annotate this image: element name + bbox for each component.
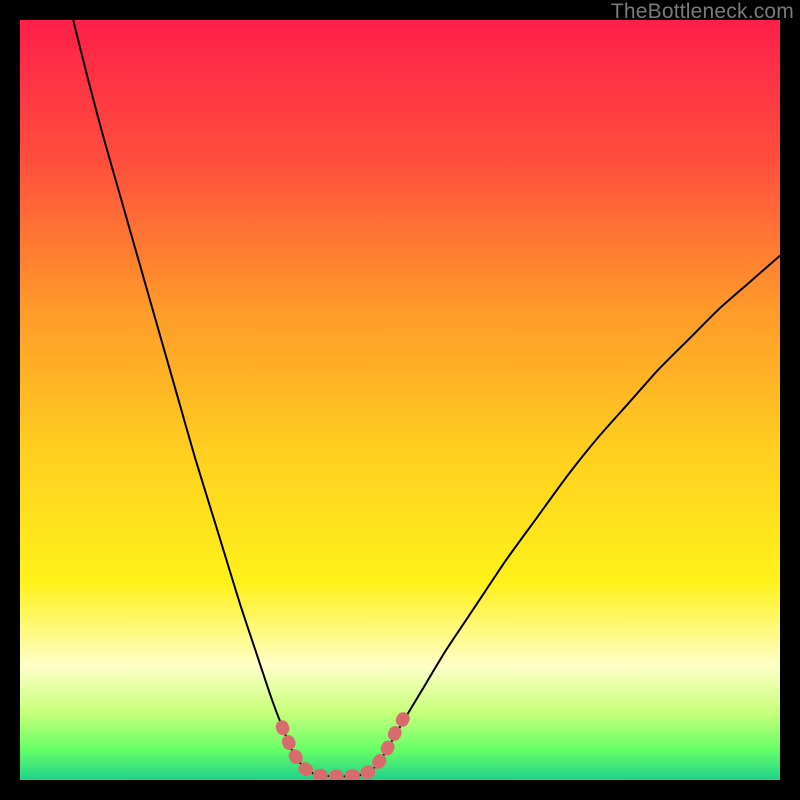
chart-svg: [20, 20, 780, 780]
chart-frame: [20, 20, 780, 780]
chart-background: [20, 20, 780, 780]
